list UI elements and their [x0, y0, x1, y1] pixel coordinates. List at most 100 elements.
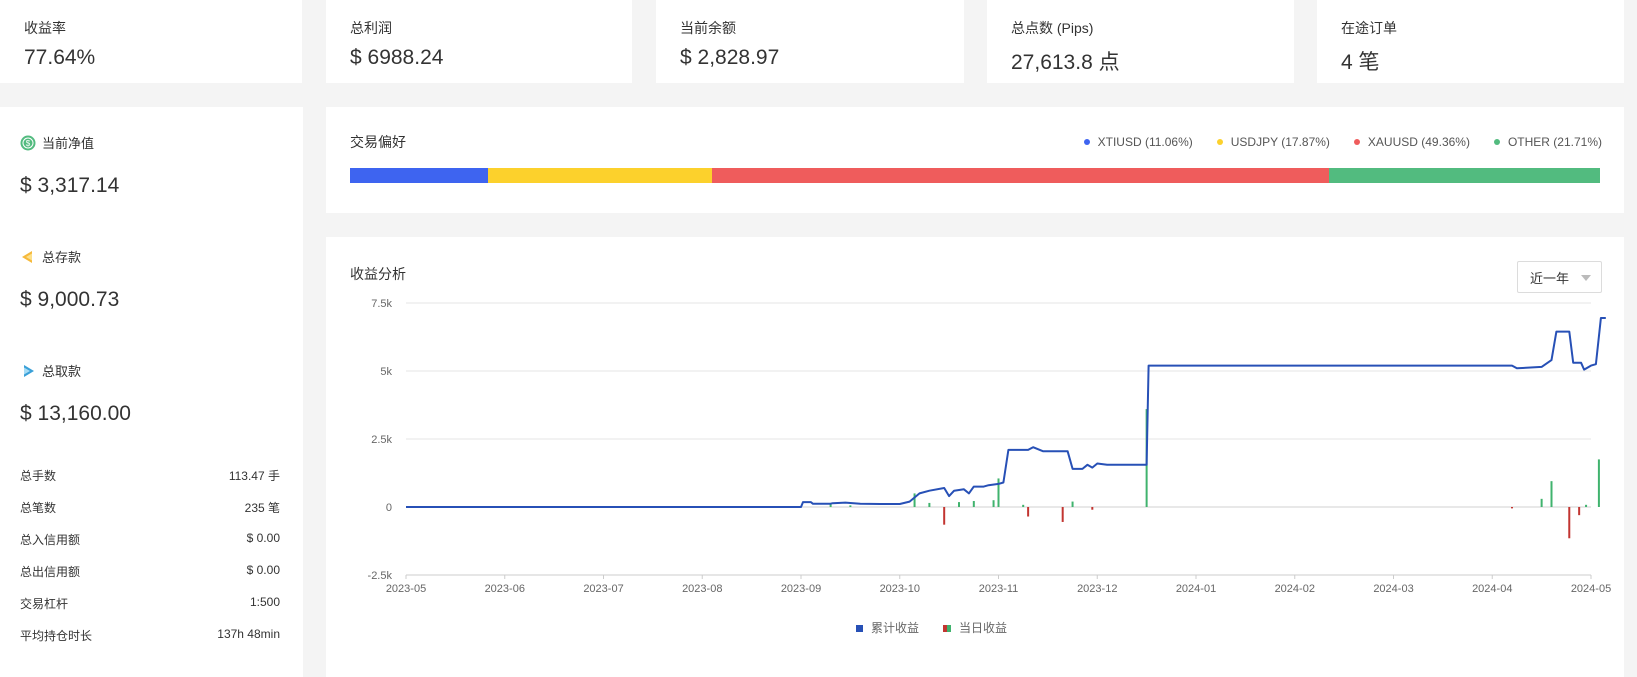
x-tick-label: 2023-09: [781, 583, 821, 595]
legend-dot: [1216, 139, 1223, 145]
detail-value: 113.47 手: [228, 469, 280, 483]
legend-label: XAUUSD (49.36%): [1367, 135, 1470, 149]
daily-profit-bar: [928, 502, 931, 507]
detail-row-credit-in: 总入信用额 $ 0.00: [20, 531, 280, 548]
daily-profit-bar: [849, 505, 852, 507]
daily-profit-bar: [1568, 507, 1571, 539]
x-tick-label: 2023-12: [1077, 583, 1117, 595]
daily-profit-bar: [958, 502, 960, 507]
detail-label: 交易杠杆: [20, 597, 69, 611]
stat-card-total-profit: 总利润 $ 6988.24: [326, 0, 632, 83]
detail-row-total-lots: 总手数 113.47 手: [20, 467, 280, 484]
withdraw-value: $ 13,160.00: [20, 402, 131, 425]
withdraw-icon: [24, 364, 34, 377]
daily-profit-bar: [992, 500, 995, 507]
legend-label-cumulative: 累计收益: [871, 621, 919, 635]
x-tick-label: 2024-04: [1472, 583, 1512, 595]
detail-label: 总入信用额: [20, 533, 81, 547]
preference-segment-xauusd[interactable]: [711, 168, 1329, 183]
daily-profit-bar: [1578, 507, 1581, 516]
stat-label: 当前余额: [680, 20, 736, 36]
stat-card-current-balance: 当前余额 $ 2,828.97: [656, 0, 964, 83]
y-tick-label: 2.5k: [371, 434, 392, 446]
legend-label: XTIUSD (11.06%): [1097, 135, 1193, 149]
detail-value: 235 笔: [244, 501, 280, 515]
daily-profit-bar: [1585, 504, 1588, 507]
stat-card-open-orders: 在途订单 4 笔: [1317, 0, 1624, 83]
preference-bar: [350, 168, 1600, 183]
deposit-icon: [22, 250, 32, 263]
daily-profit-bar: [1071, 501, 1074, 507]
x-tick-label: 2023-05: [386, 583, 426, 595]
y-tick-label: 5k: [380, 366, 392, 378]
preference-segment-other[interactable]: [1328, 168, 1600, 183]
daily-profit-bar: [1091, 507, 1094, 510]
equity-label: 当前净值: [42, 136, 95, 151]
x-tick-label: 2023-08: [682, 583, 722, 595]
preference-title: 交易偏好: [350, 134, 406, 150]
x-tick-label: 2023-06: [485, 583, 525, 595]
equity-value: $ 3,317.14: [20, 174, 120, 197]
stat-value: $ 2,828.97: [680, 46, 780, 69]
legend-item-xtiusd[interactable]: XTIUSD (11.06%): [1083, 135, 1193, 149]
legend-item-other[interactable]: OTHER (21.71%): [1493, 135, 1602, 149]
detail-row-leverage: 交易杠杆 1:500: [20, 595, 280, 612]
legend-item-usdjpy[interactable]: USDJPY (17.87%): [1216, 135, 1330, 149]
detail-row-total-trades: 总笔数 235 笔: [20, 499, 280, 516]
cumulative-profit-line: [406, 317, 1606, 508]
y-tick-label: -2.5k: [368, 570, 393, 582]
x-tick-label: 2024-03: [1373, 583, 1413, 595]
withdraw-block: 总取款 $ 13,160.00: [20, 361, 131, 426]
x-tick-label: 2024-05: [1571, 583, 1611, 595]
profit-analysis-card: 收益分析 近一年 -2.5k 0 2.5k 5k 7.5k 2023-05 2023-06 2…: [326, 237, 1624, 677]
legend-swatch-daily-gain: [947, 625, 951, 632]
legend-dot: [1493, 139, 1500, 145]
stat-label: 总利润: [350, 20, 392, 36]
legend-dot: [1353, 139, 1360, 145]
detail-label: 平均持仓时长: [20, 629, 93, 643]
daily-profit-bar: [913, 493, 916, 507]
detail-row-credit-out: 总出信用额 $ 0.00: [20, 563, 280, 580]
legend-label-daily: 当日收益: [959, 621, 1007, 635]
daily-profit-bar: [972, 501, 975, 507]
preference-segment-usdjpy[interactable]: [488, 168, 712, 183]
detail-value: 137h 48min: [217, 627, 280, 641]
legend-swatch-cumulative: [856, 625, 863, 632]
legend-swatch-daily-loss: [943, 625, 947, 632]
preference-segment-xtiusd[interactable]: [350, 168, 489, 183]
svg-text:$: $: [26, 139, 31, 148]
dollar-circle-icon: $: [20, 135, 36, 150]
x-tick-label: 2024-01: [1176, 583, 1216, 595]
x-tick-label: 2024-02: [1275, 583, 1315, 595]
detail-label: 总手数: [20, 469, 57, 483]
stat-label: 收益率: [24, 20, 66, 36]
preference-legend: XTIUSD (11.06%) USDJPY (17.87%) XAUUSD (…: [1060, 135, 1602, 149]
y-tick-label: 0: [386, 502, 392, 514]
legend-label: USDJPY (17.87%): [1230, 135, 1330, 149]
detail-value: $ 0.00: [246, 563, 280, 577]
detail-label: 总笔数: [20, 501, 57, 515]
detail-label: 总出信用额: [20, 565, 81, 579]
daily-profit-bar: [1061, 507, 1064, 522]
stat-value: 77.64%: [24, 46, 96, 69]
x-tick-label: 2023-10: [880, 583, 920, 595]
stat-card-return-rate: 收益率 77.64%: [0, 0, 302, 83]
profit-chart: -2.5k 0 2.5k 5k 7.5k 2023-05 2023-06 2023-07 202…: [368, 298, 1612, 635]
stat-value: 27,613.8 点: [1011, 51, 1120, 74]
legend-item-xauusd[interactable]: XAUUSD (49.36%): [1353, 135, 1470, 149]
daily-profit-bar: [1027, 507, 1030, 517]
withdraw-label: 总取款: [42, 364, 82, 379]
stat-label: 在途订单: [1341, 20, 1397, 36]
daily-profit-bar: [1597, 459, 1600, 507]
daily-profit-bar: [1540, 498, 1543, 507]
y-tick-label: 7.5k: [371, 298, 392, 310]
legend-dot: [1083, 139, 1090, 145]
deposit-value: $ 9,000.73: [20, 288, 120, 311]
detail-row-avg-hold-time: 平均持仓时长 137h 48min: [20, 627, 280, 644]
deposit-label: 总存款: [42, 250, 82, 265]
stat-label: 总点数 (Pips): [1011, 20, 1094, 36]
deposit-block: 总存款 $ 9,000.73: [20, 247, 119, 312]
stat-value: 4 笔: [1341, 51, 1380, 74]
account-summary-panel: $ 当前净值 $ 3,317.14 总存款 $ 9,000.73 总取款 $ 1…: [0, 107, 303, 677]
equity-block: $ 当前净值 $ 3,317.14: [20, 133, 119, 198]
